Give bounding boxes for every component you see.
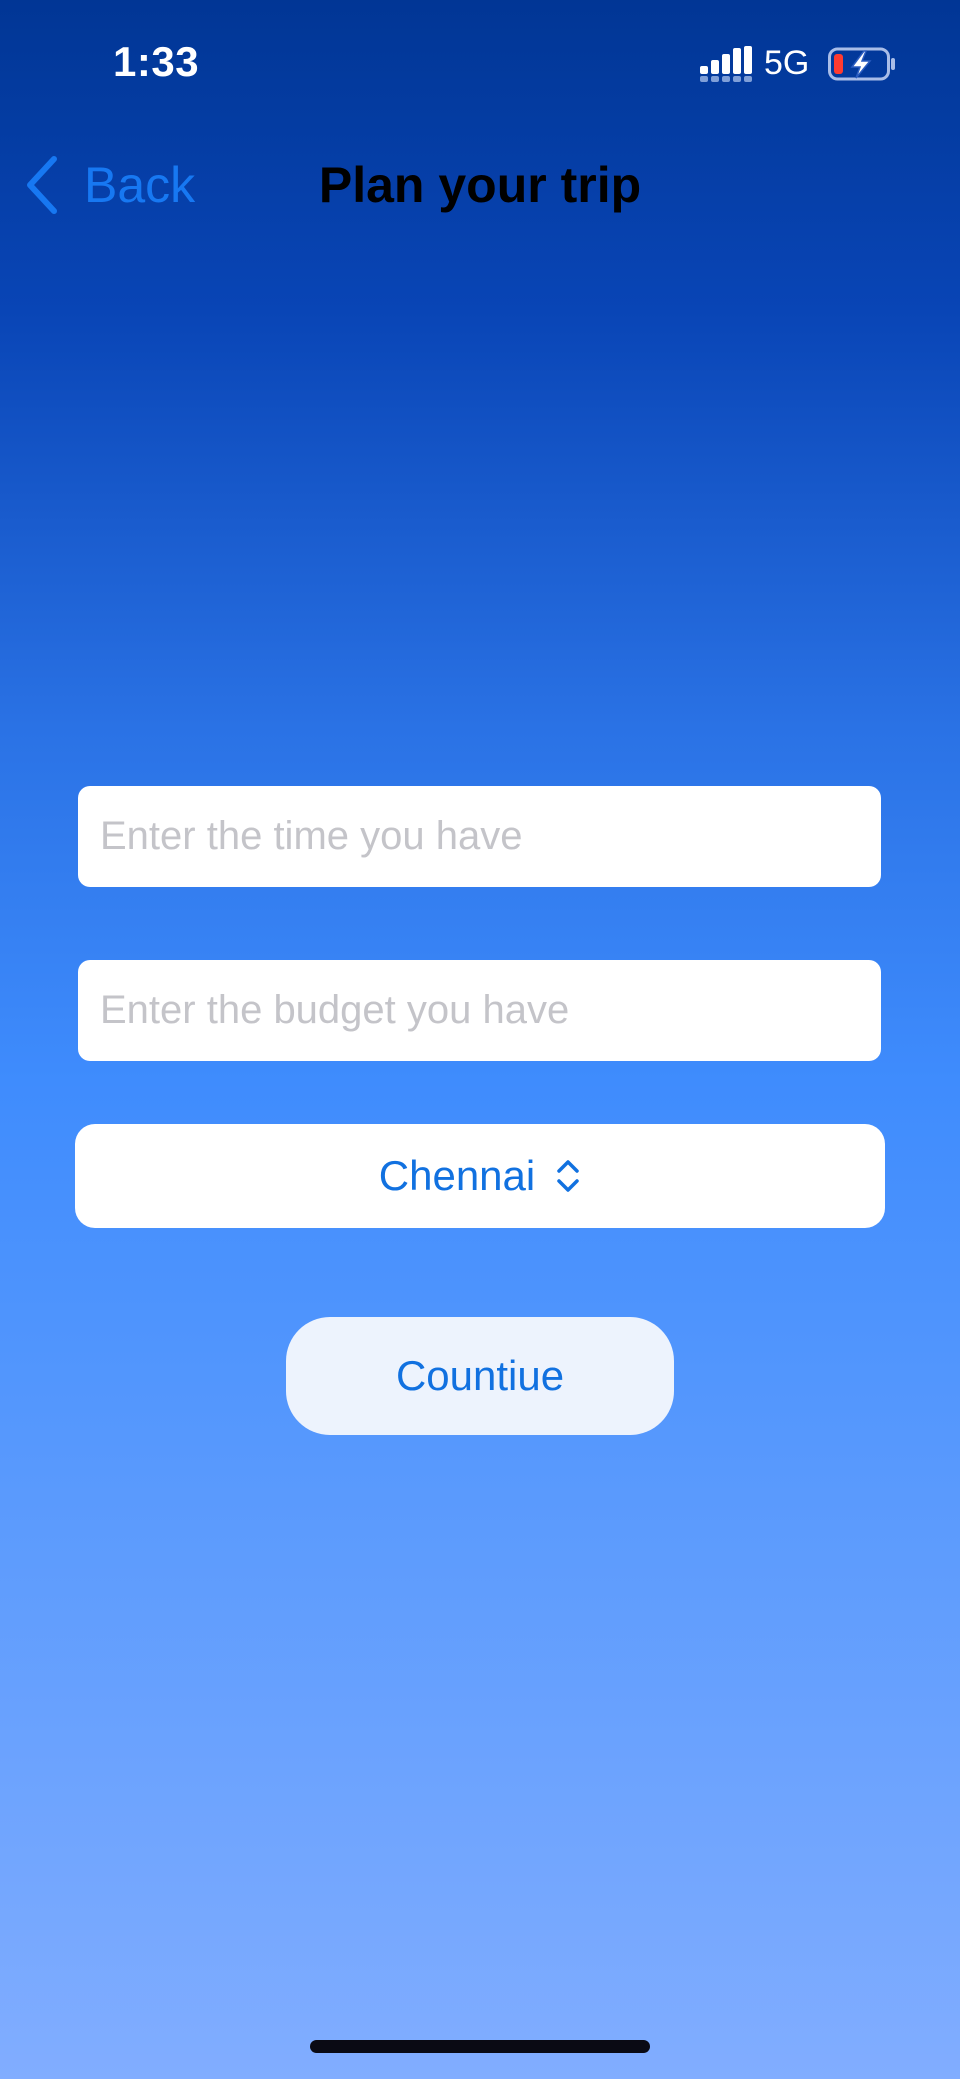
cellular-signal-icon [700, 46, 752, 82]
status-time: 1:33 [113, 38, 200, 85]
home-indicator[interactable] [310, 2040, 650, 2053]
chevron-left-icon [27, 156, 57, 214]
city-picker[interactable]: Chennai [75, 1124, 885, 1228]
city-picker-label: Chennai [378, 1152, 536, 1199]
back-label: Back [84, 157, 196, 213]
battery-charging-icon [828, 47, 895, 81]
network-type: 5G [764, 44, 810, 82]
back-button[interactable]: Back [24, 150, 195, 220]
navigation-bar: Plan your trip Back [0, 130, 960, 240]
chevron-up-down-icon [557, 1160, 579, 1192]
continue-button[interactable]: Countiue [286, 1317, 674, 1435]
time-input[interactable] [78, 786, 881, 887]
budget-input[interactable] [78, 960, 881, 1061]
status-bar: 1:33 5G [0, 0, 960, 130]
continue-label: Countiue [395, 1352, 565, 1399]
